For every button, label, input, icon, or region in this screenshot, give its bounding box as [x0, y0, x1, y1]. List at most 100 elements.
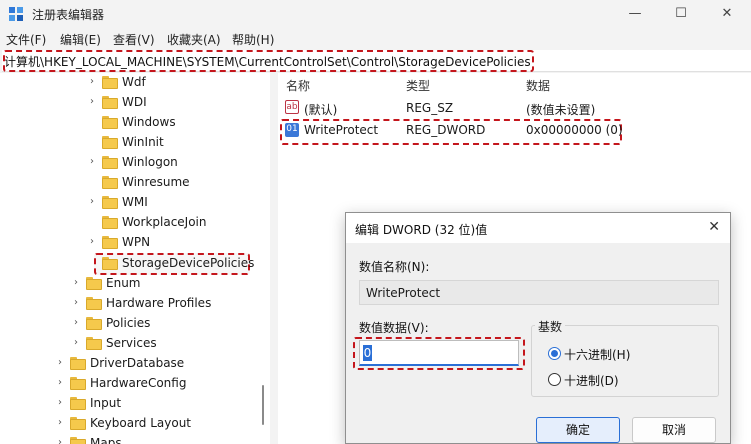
- tree-item-input[interactable]: › Input: [0, 394, 258, 414]
- value-data-input[interactable]: 0: [359, 340, 519, 366]
- value-name-field: WriteProtect: [359, 280, 719, 305]
- tree-item-wdf[interactable]: › Wdf: [0, 73, 258, 93]
- chevron-right-icon[interactable]: ›: [74, 297, 84, 308]
- chevron-right-icon[interactable]: ›: [58, 397, 68, 408]
- folder-icon: [102, 76, 118, 89]
- column-header-data[interactable]: 数据: [526, 77, 550, 94]
- close-button[interactable]: ✕: [704, 0, 750, 28]
- tree-item-policies[interactable]: › Policies: [0, 314, 258, 334]
- tree-item-label: WorkplaceJoin: [122, 215, 207, 229]
- folder-icon: [70, 417, 86, 430]
- tree-item-label: Hardware Profiles: [106, 296, 212, 310]
- string-value-icon: ab: [285, 100, 299, 114]
- tree-item-keyboard-layout[interactable]: › Keyboard Layout: [0, 414, 258, 434]
- folder-icon: [102, 96, 118, 109]
- menu-favorites[interactable]: 收藏夹(A): [167, 31, 221, 48]
- tree-item-workplacejoin[interactable]: WorkplaceJoin: [0, 213, 258, 233]
- decimal-radio[interactable]: [548, 373, 561, 386]
- folder-icon: [86, 317, 102, 330]
- decimal-radio-label[interactable]: 十进制(D): [564, 372, 619, 389]
- chevron-right-icon[interactable]: ›: [90, 96, 100, 107]
- folder-icon: [102, 216, 118, 229]
- tree-item-label: Keyboard Layout: [90, 416, 192, 430]
- hex-radio-label[interactable]: 十六进制(H): [564, 346, 630, 363]
- tree-item-winlogon[interactable]: › Winlogon: [0, 153, 258, 173]
- chevron-right-icon[interactable]: ›: [58, 417, 68, 428]
- folder-icon: [86, 277, 102, 290]
- binary-value-icon: 01: [285, 123, 299, 137]
- column-header-type[interactable]: 类型: [406, 77, 430, 94]
- folder-icon: [102, 156, 118, 169]
- scrollbar-thumb[interactable]: [262, 385, 264, 425]
- regedit-app-icon: [9, 7, 23, 21]
- folder-icon: [70, 397, 86, 410]
- chevron-right-icon[interactable]: ›: [90, 196, 100, 207]
- value-type: REG_DWORD: [406, 123, 486, 137]
- tree-item-label: HardwareConfig: [90, 376, 187, 390]
- tree-item-wininit[interactable]: WinInit: [0, 133, 258, 153]
- tree-item-services[interactable]: › Services: [0, 334, 258, 354]
- folder-icon: [86, 337, 102, 350]
- chevron-right-icon[interactable]: ›: [74, 337, 84, 348]
- column-header-name[interactable]: 名称: [286, 77, 310, 94]
- tree-item-enum[interactable]: › Enum: [0, 274, 258, 294]
- chevron-right-icon[interactable]: ›: [58, 437, 68, 444]
- menu-file[interactable]: 文件(F): [6, 31, 46, 48]
- menu-help[interactable]: 帮助(H): [232, 31, 274, 48]
- tree-item-label: Winlogon: [122, 155, 178, 169]
- ok-button[interactable]: 确定: [536, 417, 620, 443]
- tree-item-maps[interactable]: › Maps: [0, 434, 258, 444]
- tree-item-winresume[interactable]: Winresume: [0, 173, 258, 193]
- menu-edit[interactable]: 编辑(E): [60, 31, 101, 48]
- folder-icon: [102, 116, 118, 129]
- menu-bar: 文件(F) 编辑(E) 查看(V) 收藏夹(A) 帮助(H): [0, 28, 751, 50]
- title-bar: 注册表编辑器 — ☐ ✕: [0, 0, 751, 28]
- tree-item-wmi[interactable]: › WMI: [0, 193, 258, 213]
- tree-item-label: Windows: [122, 115, 176, 129]
- chevron-right-icon[interactable]: ›: [58, 377, 68, 388]
- value-data-label: 数值数据(V):: [359, 321, 429, 335]
- folder-icon: [70, 437, 86, 444]
- tree-item-hardwareconfig[interactable]: › HardwareConfig: [0, 374, 258, 394]
- chevron-right-icon[interactable]: ›: [74, 317, 84, 328]
- value-data-text[interactable]: 0: [363, 345, 372, 361]
- tree-item-windows[interactable]: Windows: [0, 113, 258, 133]
- folder-icon: [102, 236, 118, 249]
- minimize-button[interactable]: —: [612, 0, 658, 28]
- chevron-right-icon[interactable]: ›: [90, 76, 100, 87]
- tree-item-hardware-profiles[interactable]: › Hardware Profiles: [0, 294, 258, 314]
- tree-item-driverdatabase[interactable]: › DriverDatabase: [0, 354, 258, 374]
- value-name-text: WriteProtect: [366, 286, 441, 300]
- menu-view[interactable]: 查看(V): [113, 31, 155, 48]
- chevron-right-icon[interactable]: ›: [90, 236, 100, 247]
- close-icon[interactable]: ✕: [708, 219, 720, 235]
- tree-item-label: Winresume: [122, 175, 190, 189]
- tree-item-storagedevicepolicies[interactable]: StorageDevicePolicies: [0, 254, 258, 274]
- value-data: (数值未设置): [526, 103, 596, 117]
- chevron-right-icon[interactable]: ›: [74, 277, 84, 288]
- tree-item-label: WinInit: [122, 135, 164, 149]
- chevron-right-icon[interactable]: ›: [90, 156, 100, 167]
- dialog-title: 编辑 DWORD (32 位)值: [355, 223, 488, 237]
- window-title: 注册表编辑器: [32, 8, 105, 22]
- tree-item-wdi[interactable]: › WDI: [0, 93, 258, 113]
- address-bar[interactable]: 计算机\HKEY_LOCAL_MACHINE\SYSTEM\CurrentCon…: [2, 50, 751, 72]
- chevron-right-icon[interactable]: ›: [58, 357, 68, 368]
- tree-item-label: Enum: [106, 276, 141, 290]
- value-name: WriteProtect: [304, 123, 379, 137]
- folder-icon: [102, 176, 118, 189]
- cancel-button[interactable]: 取消: [632, 417, 716, 443]
- tree-item-label: WPN: [122, 235, 151, 249]
- value-name-label: 数值名称(N):: [359, 260, 430, 274]
- tree-item-label: Policies: [106, 316, 151, 330]
- tree-item-label: Input: [90, 396, 122, 410]
- folder-icon: [70, 357, 86, 370]
- edit-dword-dialog: 编辑 DWORD (32 位)值 ✕ 数值名称(N): WriteProtect…: [345, 212, 731, 444]
- folder-icon: [102, 257, 118, 270]
- hex-radio[interactable]: [548, 347, 561, 360]
- tree-item-wpn[interactable]: › WPN: [0, 233, 258, 253]
- tree-scrollbar[interactable]: [258, 73, 268, 444]
- key-tree-pane[interactable]: › Wdf › WDI Windows WinInit › Winlogon W…: [0, 73, 270, 444]
- maximize-button[interactable]: ☐: [658, 0, 704, 28]
- value-data: 0x00000000 (0): [526, 123, 623, 137]
